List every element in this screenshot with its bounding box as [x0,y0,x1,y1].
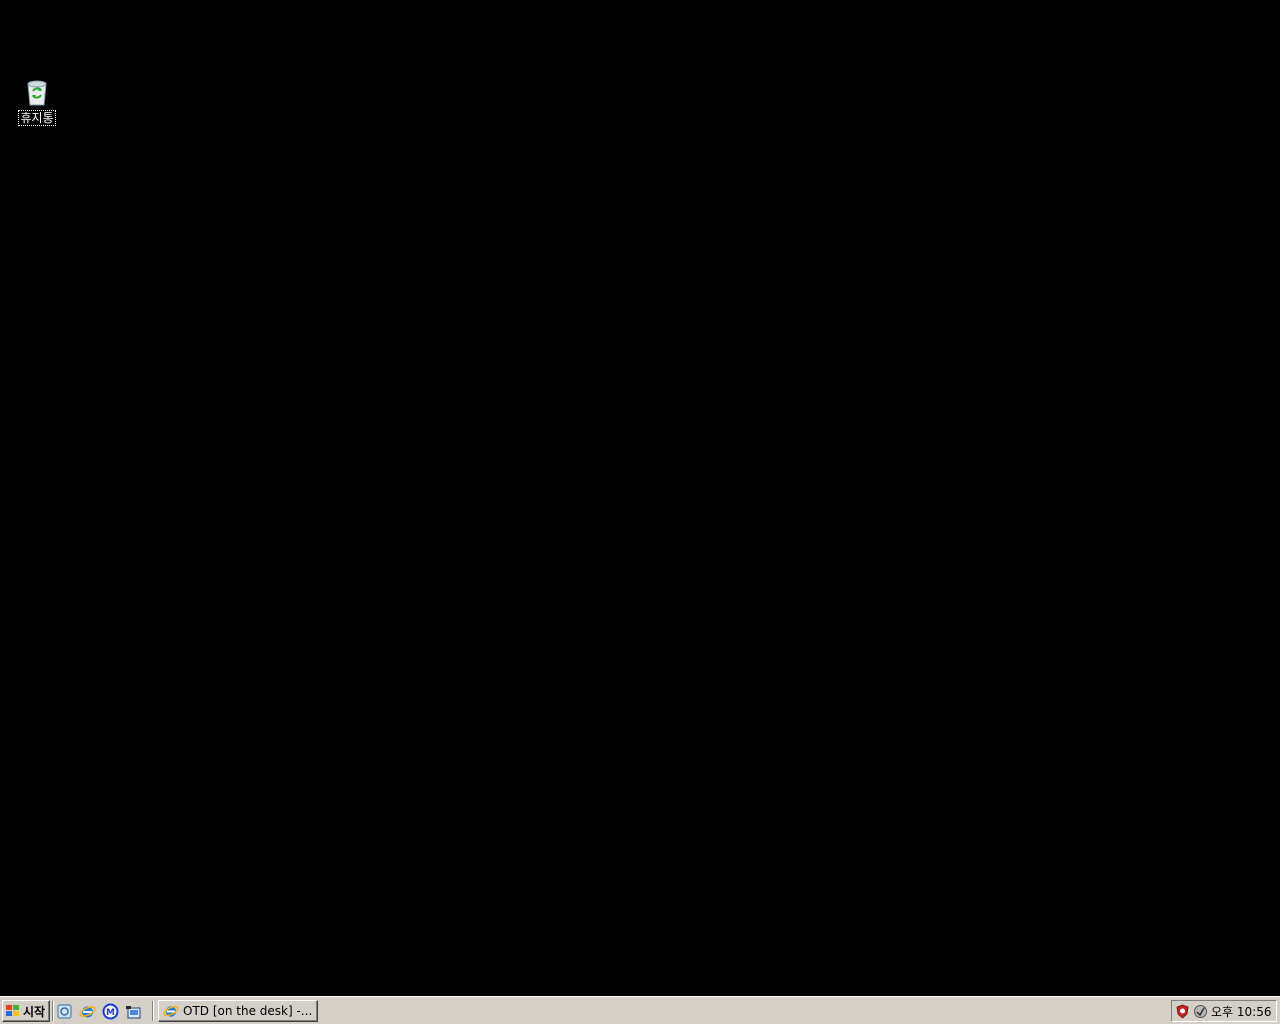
messenger-m-icon[interactable]: M [102,1003,119,1020]
security-shield-icon[interactable] [1175,1004,1190,1019]
recycle-bin-desktop-icon[interactable]: 휴지통 [10,76,64,126]
taskbar-clock[interactable]: 오후 10:56 [1211,1003,1271,1020]
recycle-bin-icon [21,76,53,108]
internet-explorer-icon[interactable] [79,1003,96,1020]
recycle-bin-label: 휴지통 [18,110,56,126]
task-button-label: OTD [on the desk] -... [183,1004,313,1018]
taskbar: 시작 M OTD [on the desk] -... 오후 10:56 [0,996,1280,1024]
system-tray: 오후 10:56 [1171,1000,1277,1022]
task-button-browser[interactable]: OTD [on the desk] -... [158,1000,318,1022]
start-button[interactable]: 시작 [2,1000,50,1022]
svg-text:M: M [106,1008,115,1018]
desktop[interactable]: 휴지통 [0,0,1280,996]
windows-logo-icon [5,1003,21,1019]
internet-explorer-icon [163,1003,179,1019]
app-shortcut-icon[interactable] [125,1003,142,1020]
quick-launch-bar: M [56,1001,142,1021]
taskbar-separator [52,1001,54,1021]
taskbar-separator [152,1001,154,1021]
start-label: 시작 [23,1004,46,1019]
show-desktop-icon[interactable] [56,1003,73,1020]
network-status-icon[interactable] [1193,1004,1208,1019]
